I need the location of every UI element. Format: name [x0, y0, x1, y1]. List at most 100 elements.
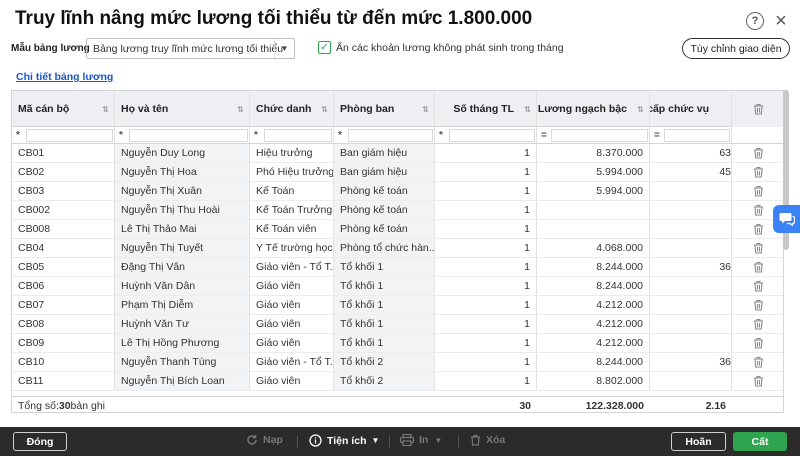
filter-col-code[interactable]: * [12, 127, 115, 143]
filter-col-salary[interactable]: = [537, 127, 650, 143]
table-row[interactable]: CB05 Đặng Thị Vân Giáo viên - Tổ T... Tổ kh… [12, 258, 783, 277]
cell-salary[interactable]: 8.244.000 [537, 258, 650, 276]
filter-operator[interactable]: = [654, 130, 660, 141]
cell-months[interactable]: 1 [435, 163, 537, 181]
cell-allowance[interactable] [650, 220, 732, 238]
table-row[interactable]: CB08 Huỳnh Văn Tư Giáo viên Tổ khối 1 1 4.212… [12, 315, 783, 334]
cell-code[interactable]: CB002 [12, 201, 115, 219]
cell-allowance[interactable]: 45 [650, 163, 732, 181]
filter-operator[interactable]: * [119, 130, 123, 141]
cell-name[interactable]: Nguyễn Thị Hoa [115, 163, 250, 181]
cell-months[interactable]: 1 [435, 372, 537, 390]
cell-dept[interactable]: Phòng tổ chức hàn... [334, 239, 435, 257]
delete-row-icon[interactable] [732, 277, 783, 295]
delete-row-icon[interactable] [732, 258, 783, 276]
header-col-allowance[interactable]: Phụ cấp chức vụ [650, 91, 732, 126]
cell-code[interactable]: CB05 [12, 258, 115, 276]
close-icon[interactable]: × [772, 11, 790, 31]
cell-dept[interactable]: Ban giám hiệu [334, 163, 435, 181]
cell-dept[interactable]: Tổ khối 1 [334, 258, 435, 276]
cell-months[interactable]: 1 [435, 258, 537, 276]
cell-name[interactable]: Đặng Thị Vân [115, 258, 250, 276]
table-row[interactable]: CB04 Nguyễn Thị Tuyết Y Tế trường học Phòng… [12, 239, 783, 258]
cell-months[interactable]: 1 [435, 182, 537, 200]
filter-input[interactable] [664, 129, 730, 142]
cell-name[interactable]: Phạm Thị Diễm [115, 296, 250, 314]
cell-allowance[interactable] [650, 315, 732, 333]
cell-title[interactable]: Giáo viên - Tổ T... [250, 353, 334, 371]
filter-operator[interactable]: * [16, 130, 20, 141]
sort-icon[interactable]: ⇅ [237, 105, 244, 114]
cell-title[interactable]: Giáo viên [250, 315, 334, 333]
cell-name[interactable]: Lê Thị Hồng Phương [115, 334, 250, 352]
print-button[interactable]: In ▼ [400, 434, 442, 446]
cell-title[interactable]: Giáo viên - Tổ T... [250, 258, 334, 276]
sort-icon[interactable]: ⇅ [422, 105, 429, 114]
header-col-dept[interactable]: Phòng ban ⇅ [334, 91, 435, 126]
cell-dept[interactable]: Phòng kế toán [334, 182, 435, 200]
delete-row-icon[interactable] [732, 163, 783, 181]
cell-title[interactable]: Hiệu trưởng [250, 144, 334, 162]
cell-salary[interactable]: 8.370.000 [537, 144, 650, 162]
filter-col-name[interactable]: * [115, 127, 250, 143]
cell-code[interactable]: CB06 [12, 277, 115, 295]
table-row[interactable]: CB002 Nguyễn Thị Thu Hoài Kế Toán Trưởng Ph… [12, 201, 783, 220]
cell-code[interactable]: CB08 [12, 315, 115, 333]
table-row[interactable]: CB09 Lê Thị Hồng Phương Giáo viên Tổ khối 1… [12, 334, 783, 353]
table-row[interactable]: CB008 Lê Thị Thảo Mai Kế Toán viên Phòng kế… [12, 220, 783, 239]
cell-salary[interactable]: 8.802.000 [537, 372, 650, 390]
table-row[interactable]: CB07 Phạm Thị Diễm Giáo viên Tổ khối 1 1 4.21… [12, 296, 783, 315]
sort-icon[interactable]: ⇅ [637, 105, 644, 114]
save-button[interactable]: Cất [733, 432, 787, 451]
cell-dept[interactable]: Tổ khối 1 [334, 296, 435, 314]
cell-allowance[interactable]: 36 [650, 353, 732, 371]
cell-salary[interactable] [537, 201, 650, 219]
cell-months[interactable]: 1 [435, 144, 537, 162]
cell-salary[interactable]: 4.212.000 [537, 334, 650, 352]
filter-input[interactable] [551, 129, 648, 142]
cell-salary[interactable]: 5.994.000 [537, 182, 650, 200]
cell-dept[interactable]: Tổ khối 1 [334, 277, 435, 295]
filter-operator[interactable]: * [338, 130, 342, 141]
close-button[interactable]: Đóng [13, 432, 67, 451]
delete-button[interactable]: Xóa [470, 434, 505, 446]
filter-operator[interactable]: = [541, 130, 547, 141]
table-row[interactable]: CB06 Huỳnh Văn Dân Giáo viên Tổ khối 1 1 8.24… [12, 277, 783, 296]
delete-row-icon[interactable] [732, 372, 783, 390]
cell-months[interactable]: 1 [435, 239, 537, 257]
cell-name[interactable]: Nguyễn Thị Tuyết [115, 239, 250, 257]
delete-row-icon[interactable] [732, 334, 783, 352]
cell-dept[interactable]: Tổ khối 2 [334, 372, 435, 390]
cell-months[interactable]: 1 [435, 334, 537, 352]
header-col-name[interactable]: Họ và tên ⇅ [115, 91, 250, 126]
cell-allowance[interactable] [650, 372, 732, 390]
trash-icon[interactable] [732, 91, 783, 127]
cell-salary[interactable] [537, 220, 650, 238]
salary-detail-link[interactable]: Chi tiết bảng lương [16, 71, 113, 83]
help-icon[interactable]: ? [746, 12, 764, 30]
delete-row-icon[interactable] [732, 315, 783, 333]
filter-col-dept[interactable]: * [334, 127, 435, 143]
filter-input[interactable] [129, 129, 248, 142]
sort-icon[interactable]: ⇅ [102, 105, 109, 114]
cell-dept[interactable]: Tổ khối 2 [334, 353, 435, 371]
cell-title[interactable]: Kế Toán Trưởng [250, 201, 334, 219]
table-row[interactable]: CB02 Nguyễn Thị Hoa Phó Hiệu trưởng Ban giá… [12, 163, 783, 182]
delete-row-icon[interactable] [732, 353, 783, 371]
template-select[interactable]: Bảng lương truy lĩnh mức lương tối thiểu… [86, 38, 295, 59]
cell-code[interactable]: CB03 [12, 182, 115, 200]
filter-input[interactable] [264, 129, 332, 142]
filter-col-allowance[interactable]: = [650, 127, 732, 143]
cancel-button[interactable]: Hoãn [671, 432, 726, 451]
delete-row-icon[interactable] [732, 144, 783, 162]
cell-title[interactable]: Y Tế trường học [250, 239, 334, 257]
reload-button[interactable]: Nạp [246, 434, 283, 446]
utilities-menu[interactable]: Tiện ích ▼ [309, 434, 379, 447]
filter-input[interactable] [26, 129, 113, 142]
cell-title[interactable]: Giáo viên [250, 296, 334, 314]
header-col-months[interactable]: Số tháng TL ⇅ [435, 91, 537, 126]
cell-salary[interactable]: 4.212.000 [537, 315, 650, 333]
table-row[interactable]: CB10 Nguyễn Thanh Tùng Giáo viên - Tổ T...… [12, 353, 783, 372]
cell-allowance[interactable] [650, 182, 732, 200]
filter-input[interactable] [348, 129, 433, 142]
